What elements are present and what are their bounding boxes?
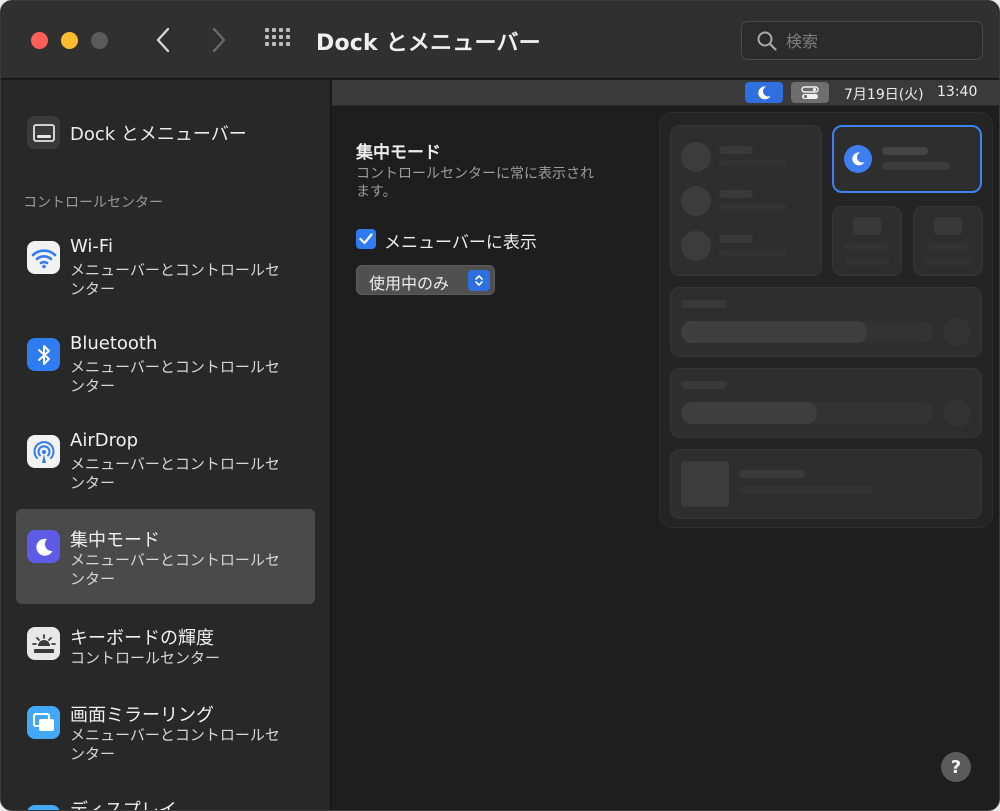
keyboard-brightness-icon: [27, 627, 60, 660]
sidebar-item-label: Dock とメニューバー: [70, 124, 247, 145]
show-in-menubar-label: メニューバーに表示: [384, 233, 537, 253]
sidebar-item-bluetooth[interactable]: Bluetooth メニューバーとコントロールセンター: [16, 321, 315, 397]
grid-dot-icon: [279, 28, 283, 32]
cc-now-playing-tile: [670, 449, 982, 519]
search-icon: [757, 31, 777, 51]
grid-dot-icon: [279, 42, 283, 46]
forward-button[interactable]: [204, 23, 234, 57]
cc-small-tile: [832, 206, 902, 276]
chevron-right-icon: [212, 27, 226, 53]
bluetooth-icon: [27, 338, 60, 371]
cc-slider-tile: [670, 368, 982, 438]
sidebar-item-subtitle: メニューバーとコントロールセンター: [70, 455, 280, 492]
moon-icon: [27, 530, 60, 563]
sidebar-item-subtitle: メニューバーとコントロールセンター: [70, 261, 280, 298]
show-in-menubar-checkbox[interactable]: [356, 229, 376, 249]
grid-dot-icon: [265, 35, 269, 39]
chevron-left-icon: [156, 27, 170, 53]
sidebar-item-screen-mirroring[interactable]: 画面ミラーリング メニューバーとコントロールセンター: [16, 691, 315, 767]
menubar-time: 13:40: [937, 84, 978, 100]
sidebar-item-subtitle: メニューバーとコントロールセンター: [70, 726, 280, 763]
screen-mirroring-icon: [27, 706, 60, 739]
minimize-button[interactable]: [61, 32, 78, 49]
sidebar-item-dock[interactable]: Dock とメニューバー: [27, 116, 317, 150]
zoom-button[interactable]: [91, 32, 108, 49]
dock-icon: [27, 116, 60, 149]
sidebar-item-title: 画面ミラーリング: [70, 705, 214, 726]
control-center-preview: [659, 112, 993, 528]
sidebar-item-wifi[interactable]: Wi-Fi メニューバーとコントロールセンター: [16, 224, 315, 300]
search-field[interactable]: [741, 21, 983, 60]
sidebar-item-keyboard-brightness[interactable]: キーボードの輝度 コントロールセンター: [16, 612, 315, 678]
help-button[interactable]: ?: [941, 752, 971, 782]
sidebar-item-title: Wi-Fi: [70, 236, 113, 257]
sidebar-item-airdrop[interactable]: AirDrop メニューバーとコントロールセンター: [16, 418, 315, 494]
system-preferences-window: Dock とメニューバー Dock とメニューバー コントロールセンター: [0, 0, 1000, 811]
display-option-select[interactable]: 使用中のみ: [356, 265, 495, 295]
back-button[interactable]: [148, 23, 178, 57]
grid-dot-icon: [265, 28, 269, 32]
sidebar-item-subtitle: メニューバーとコントロールセンター: [70, 551, 280, 588]
menubar-preview: 7月19日(火) 13:40: [332, 80, 999, 106]
title-bar: Dock とメニューバー: [1, 1, 999, 79]
show-in-menubar-row[interactable]: メニューバーに表示: [356, 228, 616, 253]
sidebar: Dock とメニューバー コントロールセンター Wi-Fi メニューバーとコント…: [1, 80, 331, 811]
grid-dot-icon: [286, 35, 290, 39]
sidebar-item-title: 集中モード: [70, 530, 160, 551]
sidebar-item-display[interactable]: ディスプレイ: [16, 788, 315, 811]
popup-stepper-icon: [468, 270, 490, 291]
main-pane: 7月19日(火) 13:40 集中モード コントロールセンターに常に表示されます…: [332, 80, 999, 810]
search-input[interactable]: [786, 30, 966, 52]
sidebar-item-title: AirDrop: [70, 430, 139, 451]
sidebar-item-focus[interactable]: 集中モード メニューバーとコントロールセンター: [16, 509, 315, 604]
close-button[interactable]: [31, 32, 48, 49]
grid-dot-icon: [286, 28, 290, 32]
menubar-date: 7月19日(火): [844, 87, 924, 103]
cc-slider-tile: [670, 287, 982, 357]
menubar-focus-icon: [745, 82, 783, 103]
cc-focus-tile: [832, 125, 982, 193]
checkmark-icon: [359, 233, 373, 245]
grid-dot-icon: [272, 35, 276, 39]
display-icon: [27, 805, 60, 810]
wifi-icon: [27, 241, 60, 274]
display-option-value: 使用中のみ: [369, 274, 450, 293]
show-all-button[interactable]: [263, 27, 295, 53]
sidebar-item-subtitle: コントロールセンター: [70, 649, 221, 667]
cc-small-tile: [913, 206, 983, 276]
grid-dot-icon: [272, 28, 276, 32]
section-title: 集中モード: [356, 143, 441, 163]
airdrop-icon: [27, 435, 60, 468]
section-description: コントロールセンターに常に表示されます。: [356, 166, 594, 200]
cc-connectivity-tile: [670, 125, 822, 276]
sidebar-item-title: キーボードの輝度: [70, 628, 214, 649]
sidebar-item-title: Bluetooth: [70, 333, 158, 354]
grid-dot-icon: [265, 42, 269, 46]
grid-dot-icon: [286, 42, 290, 46]
control-center-icon: [791, 82, 829, 103]
sidebar-section-header: コントロールセンター: [23, 195, 163, 211]
grid-dot-icon: [279, 35, 283, 39]
grid-dot-icon: [272, 42, 276, 46]
sidebar-item-title: ディスプレイ: [70, 800, 177, 811]
moon-icon: [844, 145, 872, 173]
window-title: Dock とメニューバー: [316, 31, 541, 56]
sidebar-item-subtitle: メニューバーとコントロールセンター: [70, 358, 280, 395]
